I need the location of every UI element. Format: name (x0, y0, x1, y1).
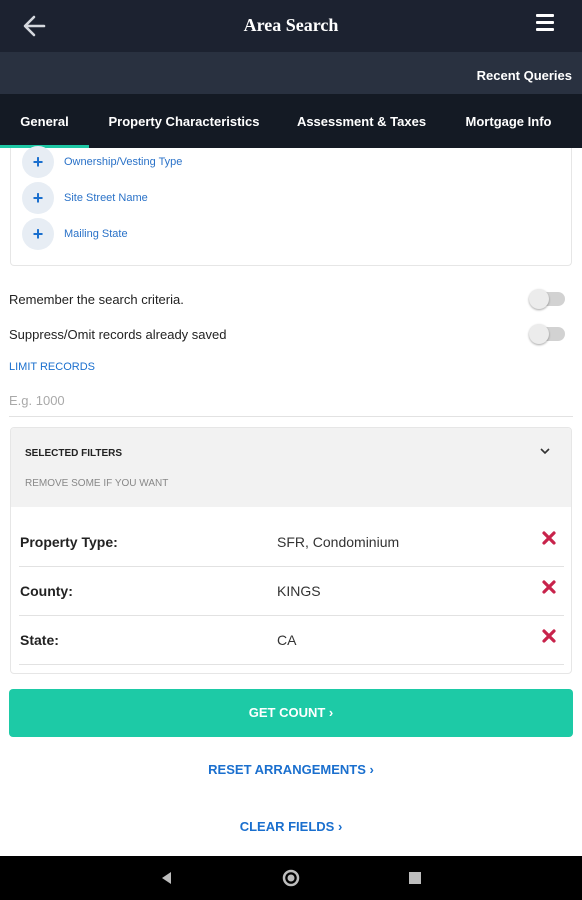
selected-filters-title: SELECTED FILTERS (25, 448, 123, 459)
add-field-site-street-name[interactable]: + Site Street Name (22, 182, 148, 214)
system-nav-bar (0, 856, 582, 900)
reset-arrangements-button[interactable]: RESET ARRANGEMENTS › (0, 762, 582, 777)
nav-back-icon[interactable] (157, 868, 177, 888)
filter-value: SFR, Condominium (277, 534, 400, 550)
filter-label: State: (20, 632, 59, 648)
add-fields-card: + Ownership/Vesting Type + Site Street N… (10, 146, 572, 266)
app-bar: Area Search (0, 0, 582, 52)
remember-criteria-toggle[interactable] (529, 289, 565, 309)
tab-assessment-taxes[interactable]: Assessment & Taxes (290, 94, 433, 148)
remember-criteria-row: Remember the search criteria. (9, 287, 565, 311)
nav-recents-icon[interactable] (405, 868, 425, 888)
field-label: Site Street Name (64, 192, 148, 204)
filter-row: State: CA (19, 616, 564, 665)
tab-bar: General Property Characteristics Assessm… (0, 94, 582, 148)
clear-fields-button[interactable]: CLEAR FIELDS › (0, 819, 582, 834)
suppress-records-row: Suppress/Omit records already saved (9, 322, 565, 346)
selected-filters-header[interactable]: SELECTED FILTERS REMOVE SOME IF YOU WANT (11, 428, 571, 507)
field-label: Ownership/Vesting Type (64, 156, 183, 168)
plus-icon: + (22, 146, 54, 178)
filter-label: Property Type: (20, 534, 118, 550)
selected-filters-card: SELECTED FILTERS REMOVE SOME IF YOU WANT… (10, 427, 572, 674)
filter-label: County: (20, 583, 73, 599)
plus-icon: + (22, 182, 54, 214)
tab-mortgage-info[interactable]: Mortgage Info (455, 94, 562, 148)
remove-filter-icon[interactable] (540, 529, 558, 547)
filter-row: Property Type: SFR, Condominium (19, 518, 564, 567)
suppress-records-label: Suppress/Omit records already saved (9, 326, 227, 342)
filter-row: County: KINGS (19, 567, 564, 616)
remove-filter-icon[interactable] (540, 578, 558, 596)
add-field-ownership-vesting-type[interactable]: + Ownership/Vesting Type (22, 146, 182, 178)
filter-value: KINGS (277, 583, 321, 599)
suppress-records-toggle[interactable] (529, 324, 565, 344)
hamburger-icon (536, 14, 554, 17)
secondary-bar: Recent Queries (0, 52, 582, 94)
plus-icon: + (22, 218, 54, 250)
recent-queries-link[interactable]: Recent Queries (477, 68, 572, 83)
menu-button[interactable] (536, 14, 556, 36)
page-title: Area Search (243, 15, 339, 35)
field-label: Mailing State (64, 228, 128, 240)
limit-records-label: LIMIT RECORDS (9, 361, 95, 373)
remember-criteria-label: Remember the search criteria. (9, 291, 184, 307)
limit-records-input[interactable] (9, 385, 573, 417)
tab-property-characteristics[interactable]: Property Characteristics (97, 94, 271, 148)
filter-value: CA (277, 632, 297, 648)
get-count-button[interactable]: GET COUNT › (9, 689, 573, 737)
tab-general[interactable]: General (0, 94, 89, 148)
remove-filter-icon[interactable] (540, 627, 558, 645)
selected-filters-subtitle: REMOVE SOME IF YOU WANT (25, 478, 169, 489)
chevron-down-icon (540, 448, 550, 455)
add-field-mailing-state[interactable]: + Mailing State (22, 218, 128, 250)
nav-home-icon[interactable] (281, 868, 301, 888)
